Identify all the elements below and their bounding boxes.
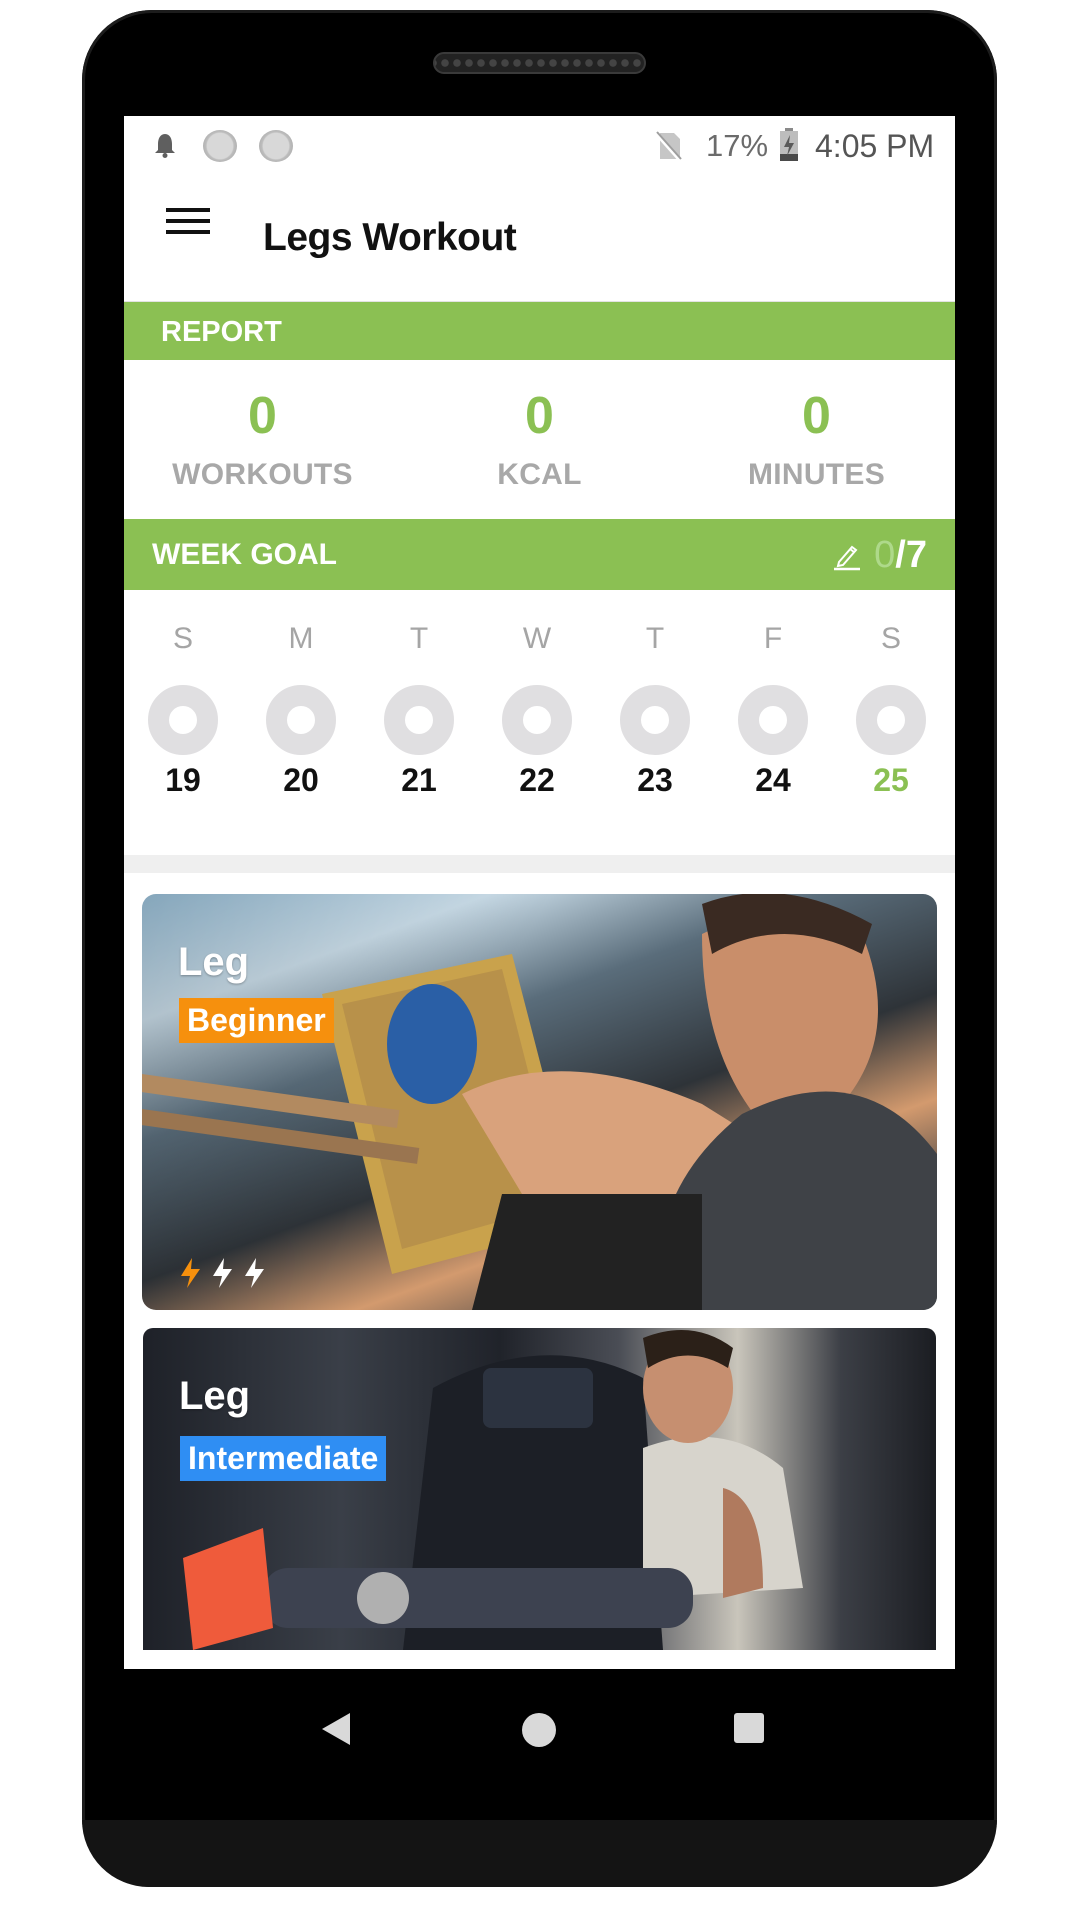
stat-label: KCAL (497, 458, 582, 491)
section-divider (124, 855, 955, 873)
day-progress-ring[interactable] (738, 685, 808, 755)
status-bar: 17% 4:05 PM (124, 116, 955, 176)
date-label: 23 (637, 762, 673, 798)
day-progress-ring[interactable] (148, 685, 218, 755)
day-progress-ring[interactable] (620, 685, 690, 755)
date-label: 24 (755, 762, 791, 798)
workout-photo-leg-press (142, 894, 937, 1310)
day-item[interactable]: W 22 (478, 590, 596, 855)
weekday-label: M (288, 622, 314, 655)
bolt-icon (245, 1258, 264, 1288)
week-goal-label: WEEK GOAL (152, 538, 337, 571)
date-label-today: 25 (873, 762, 909, 798)
day-progress-ring[interactable] (266, 685, 336, 755)
loading-dot-icon (203, 130, 237, 162)
speaker-grille (433, 52, 646, 74)
date-label: 21 (401, 762, 437, 798)
system-nav-bar (124, 1669, 955, 1789)
pencil-icon (834, 545, 861, 571)
bolt-icon-active (181, 1258, 200, 1288)
weekday-label: T (409, 622, 429, 655)
day-progress-ring[interactable] (502, 685, 572, 755)
stat-workouts: 0 WORKOUTS (124, 360, 401, 519)
workout-title: Leg (179, 1374, 251, 1418)
weekday-label: T (645, 622, 665, 655)
loading-dot-icon (259, 130, 293, 162)
date-label: 19 (165, 762, 201, 798)
day-item[interactable]: S 19 (124, 590, 242, 855)
report-stats: 0 WORKOUTS 0 KCAL 0 MINUTES (124, 360, 955, 519)
level-badge-intermediate: Intermediate (180, 1436, 387, 1481)
weekday-label: F (763, 622, 783, 655)
edit-week-goal-button[interactable]: 0 /7 (832, 533, 927, 577)
phone-chin (82, 1820, 997, 1887)
day-item-today[interactable]: S 25 (832, 590, 950, 855)
stat-value: 0 (525, 387, 554, 445)
week-days: S 19 M 20 T 21 W 22 T 23 F 24 S 25 (124, 590, 955, 855)
recents-icon[interactable] (734, 1713, 764, 1743)
date-label: 20 (283, 762, 319, 798)
weekday-label: S (172, 622, 193, 655)
workout-photo-leg-extension (183, 1330, 803, 1650)
home-icon[interactable] (522, 1713, 556, 1747)
app-screen: 17% 4:05 PM Legs Workout REPORT 0 WORKOU… (124, 116, 955, 1669)
day-item[interactable]: F 24 (714, 590, 832, 855)
page-title: Legs Workout (263, 216, 517, 259)
back-icon[interactable] (320, 1711, 352, 1747)
stat-value: 0 (248, 387, 277, 445)
stat-kcal: 0 KCAL (401, 360, 678, 519)
clock: 4:05 PM (815, 128, 935, 164)
battery-charging-icon (780, 128, 798, 161)
hamburger-menu-icon[interactable] (166, 204, 210, 238)
week-goal-header: WEEK GOAL 0 /7 (124, 519, 955, 590)
bolt-icon (213, 1258, 232, 1288)
day-item[interactable]: T 21 (360, 590, 478, 855)
goal-completed: 0 (874, 533, 896, 576)
workout-card-leg-intermediate[interactable]: Leg Intermediate (143, 1328, 936, 1650)
stat-label: MINUTES (747, 458, 886, 491)
app-toolbar: Legs Workout (124, 176, 955, 302)
intensity-indicator (178, 1256, 268, 1290)
day-progress-ring[interactable] (384, 685, 454, 755)
stat-label: WORKOUTS (172, 458, 353, 491)
day-item[interactable]: M 20 (242, 590, 360, 855)
workout-title: Leg (178, 940, 250, 984)
stat-value: 0 (802, 387, 831, 445)
stat-minutes: 0 MINUTES (678, 360, 955, 519)
report-header: REPORT (124, 302, 955, 360)
date-label: 22 (519, 762, 555, 798)
workout-card-leg-beginner[interactable]: Leg Beginner (142, 894, 937, 1310)
report-label: REPORT (161, 316, 282, 348)
weekday-label: S (880, 622, 901, 655)
day-item[interactable]: T 23 (596, 590, 714, 855)
battery-percent: 17% (706, 128, 769, 163)
day-progress-ring[interactable] (856, 685, 926, 755)
goal-total: /7 (895, 533, 927, 576)
notification-bell-icon (155, 134, 175, 158)
no-sim-icon (654, 131, 682, 161)
weekday-label: W (522, 622, 552, 655)
level-badge-beginner: Beginner (179, 998, 334, 1043)
